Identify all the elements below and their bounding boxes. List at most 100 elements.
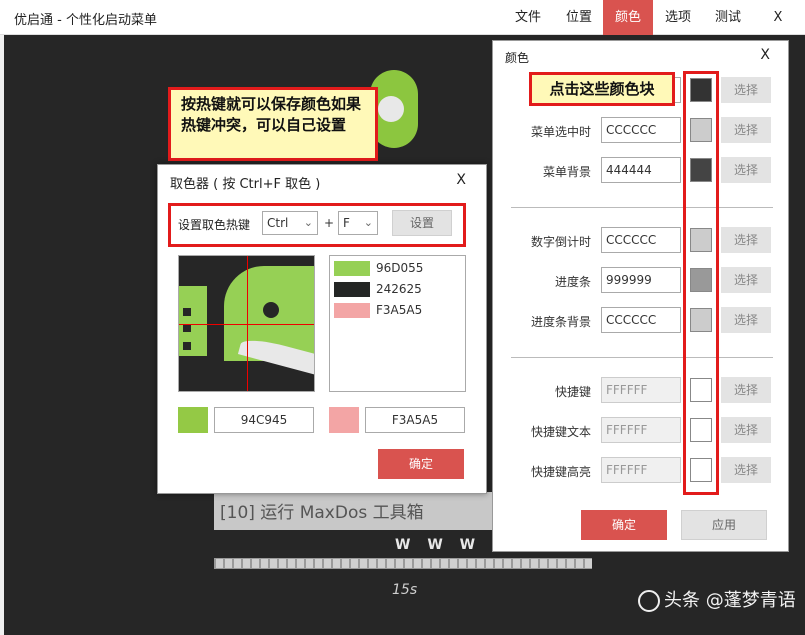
progress-segment — [243, 559, 250, 568]
preview-shape — [183, 342, 191, 350]
select-color-button[interactable]: 选择 — [721, 227, 771, 253]
color-hex-input[interactable]: CCCCCC — [601, 117, 681, 143]
selected-color-value: F3A5A5 — [365, 407, 465, 433]
picker-ok-button[interactable]: 确定 — [378, 449, 464, 479]
menu-file[interactable]: 文件 — [505, 0, 551, 35]
progress-segment — [279, 559, 286, 568]
progress-segment — [396, 559, 403, 568]
history-hex: 96D055 — [376, 261, 424, 275]
progress-segment — [504, 559, 511, 568]
progress-segment — [414, 559, 421, 568]
progress-segment — [405, 559, 412, 568]
color-history-list: 96D055 242625 F3A5A5 — [329, 255, 466, 392]
progress-segment — [252, 559, 259, 568]
progress-segment — [369, 559, 376, 568]
menu-entry: [10] 运行 MaxDos 工具箱 — [214, 492, 494, 530]
select-color-button[interactable]: 选择 — [721, 267, 771, 293]
menu-options[interactable]: 选项 — [655, 0, 701, 35]
color-hex-input[interactable]: CCCCCC — [601, 227, 681, 253]
progress-segment — [585, 559, 592, 568]
progress-segment — [216, 559, 223, 568]
chevron-down-icon: ⌄ — [363, 216, 373, 229]
progress-segment — [558, 559, 565, 568]
row-label: 进度条背景 — [530, 315, 591, 329]
row-label: 快捷键文本 — [530, 425, 591, 439]
progress-segment — [351, 559, 358, 568]
panel-ok-button[interactable]: 确定 — [581, 510, 667, 540]
color-hex-input[interactable]: FFFFFF — [601, 417, 681, 443]
color-picker-dialog: 取色器 ( 按 Ctrl+F 取色 ) X 设置取色热键 Ctrl ⌄ + F … — [157, 164, 487, 494]
row-label: 快捷键高亮 — [530, 465, 591, 479]
menu-test[interactable]: 测试 — [705, 0, 751, 35]
apply-button[interactable]: 应用 — [681, 510, 767, 540]
title-bar: 优启通 - 个性化启动菜单 文件 位置 颜色 选项 测试 X — [0, 0, 805, 35]
color-hex-input[interactable]: CCCCCC — [601, 307, 681, 333]
progress-segment — [513, 559, 520, 568]
current-color-swatch — [178, 407, 208, 433]
progress-segment — [450, 559, 457, 568]
progress-segment — [261, 559, 268, 568]
color-settings-panel: 颜色 X 选择 菜单选中时 CCCCCC 选择 菜单背景 444444 选择 数字倒计时 CCC… — [492, 40, 789, 552]
panel-close-button[interactable]: X — [760, 47, 770, 63]
key-value: F — [343, 216, 350, 230]
progress-segment — [225, 559, 232, 568]
current-color-value: 94C945 — [214, 407, 314, 433]
preview-shape — [183, 324, 191, 332]
hotkey-label: 设置取色热键 — [178, 218, 251, 232]
history-hex: 242625 — [376, 282, 422, 296]
progress-segment — [486, 559, 493, 568]
progress-segment — [270, 559, 277, 568]
swatch-annotation: 点击这些颜色块 — [529, 72, 675, 106]
menu-color[interactable]: 颜色 — [603, 0, 653, 35]
history-swatch — [334, 282, 370, 297]
hotkey-annotation: 按热键就可以保存颜色如果热键冲突，可以自己设置 — [168, 87, 378, 161]
select-color-button[interactable]: 选择 — [721, 417, 771, 443]
preview-shape — [183, 308, 191, 316]
window-title: 优启通 - 个性化启动菜单 — [14, 13, 157, 28]
color-hex-input[interactable]: FFFFFF — [601, 457, 681, 483]
panel-title: 颜色 — [505, 51, 530, 65]
row-label: 菜单选中时 — [530, 125, 591, 139]
select-color-button[interactable]: 选择 — [721, 457, 771, 483]
progress-segment — [495, 559, 502, 568]
key-select[interactable]: F ⌄ — [338, 211, 378, 235]
progress-segment — [567, 559, 574, 568]
progress-segment — [477, 559, 484, 568]
logo-inner — [378, 96, 404, 122]
color-hex-input[interactable]: FFFFFF — [601, 377, 681, 403]
progress-segment — [432, 559, 439, 568]
color-hex-input[interactable]: 444444 — [601, 157, 681, 183]
color-hex-input[interactable]: 999999 — [601, 267, 681, 293]
set-hotkey-button[interactable]: 设置 — [392, 210, 452, 236]
picker-close-button[interactable]: X — [456, 172, 466, 188]
progress-segment — [441, 559, 448, 568]
progress-segment — [288, 559, 295, 568]
close-window-button[interactable]: X — [760, 0, 796, 35]
select-color-button[interactable]: 选择 — [721, 377, 771, 403]
select-color-button[interactable]: 选择 — [721, 77, 771, 103]
progress-segment — [378, 559, 385, 568]
divider — [511, 207, 773, 208]
select-color-button[interactable]: 选择 — [721, 117, 771, 143]
progress-segment — [333, 559, 340, 568]
progress-segment — [468, 559, 475, 568]
progress-segment — [531, 559, 538, 568]
progress-segment — [423, 559, 430, 568]
progress-segment — [234, 559, 241, 568]
menu-position[interactable]: 位置 — [556, 0, 602, 35]
progress-segment — [342, 559, 349, 568]
history-swatch — [334, 303, 370, 318]
left-strip — [0, 35, 4, 635]
progress-bar — [214, 558, 592, 569]
modifier-select[interactable]: Ctrl ⌄ — [262, 211, 318, 235]
plus-sign: + — [324, 216, 335, 230]
progress-segment — [324, 559, 331, 568]
progress-segment — [522, 559, 529, 568]
history-hex: F3A5A5 — [376, 303, 423, 317]
progress-segment — [315, 559, 322, 568]
select-color-button[interactable]: 选择 — [721, 157, 771, 183]
chevron-down-icon: ⌄ — [303, 216, 313, 229]
watermark-icon — [638, 590, 660, 612]
select-color-button[interactable]: 选择 — [721, 307, 771, 333]
watermark: 头条 @蓬梦青语 — [638, 586, 796, 612]
